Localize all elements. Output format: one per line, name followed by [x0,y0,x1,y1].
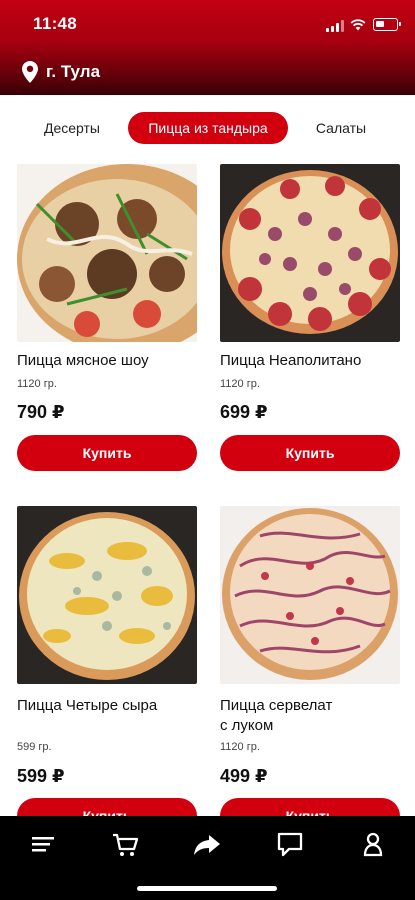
location-pin-icon [22,61,38,83]
city-label: г. Тула [46,62,101,81]
meat-pizza-image[interactable] [17,164,197,342]
product-price: 699 ₽ [220,402,268,422]
buy-button[interactable]: Купить [220,435,400,471]
product-title: Пицца Неаполитано [220,352,362,369]
profile-icon[interactable] [358,830,388,858]
servelat-pizza-image[interactable] [220,506,400,684]
product-card[interactable]: Пицца Четыре сыра 599 гр. 599 ₽ Купить [17,506,197,834]
category-tabs: Десерты Пицца из тандыра Салаты [0,112,415,146]
product-card[interactable]: Пицца сервелат с луком 1120 гр. 499 ₽ Ку… [220,506,400,834]
status-time: 11:48 [33,14,78,33]
product-price: 790 ₽ [17,402,65,422]
product-price: 499 ₽ [220,766,268,786]
product-weight: 1120 гр. [220,741,260,753]
battery-icon [373,18,401,31]
tab-desserts[interactable]: Десерты [32,112,112,144]
wifi-icon [350,19,366,31]
app-header: 11:48 г. Тула [0,0,415,95]
home-indicator [137,886,277,891]
product-price: 599 ₽ [17,766,65,786]
napolitano-pizza-image[interactable] [220,164,400,342]
product-card[interactable]: Пицца Неаполитано 1120 гр. 699 ₽ Купить [220,164,400,474]
four-cheese-pizza-image[interactable] [17,506,197,684]
status-bar: 11:48 [0,0,415,50]
product-title: Пицца Четыре сыра [17,697,158,714]
tab-salads[interactable]: Салаты [305,112,377,144]
buy-button[interactable]: Купить [17,435,197,471]
product-weight: 1120 гр. [17,378,57,390]
share-icon[interactable] [192,830,222,858]
chat-icon[interactable] [275,830,305,858]
product-weight: 599 гр. [17,741,52,753]
product-card[interactable]: Пицца мясное шоу 1120 гр. 790 ₽ Купить [17,164,197,474]
product-weight: 1120 гр. [220,378,260,390]
cart-icon[interactable] [110,830,140,858]
cellular-signal-icon [326,20,344,32]
tab-tandoor-pizza[interactable]: Пицца из тандыра [128,112,288,144]
product-title: Пицца сервелат с луком [220,697,333,734]
city-selector[interactable]: г. Тула [22,60,100,84]
menu-icon[interactable] [28,830,58,858]
product-title: Пицца мясное шоу [17,352,149,369]
